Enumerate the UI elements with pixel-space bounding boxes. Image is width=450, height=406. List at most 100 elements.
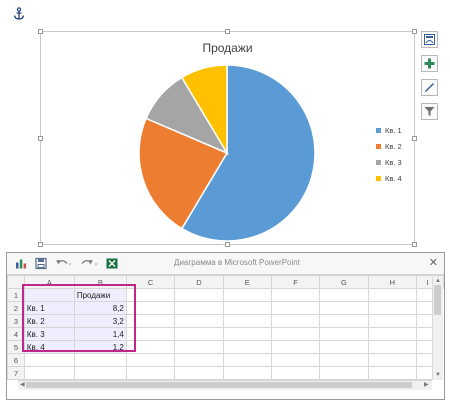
cell[interactable]: 1,2 — [73, 340, 127, 354]
row-header[interactable]: 2 — [7, 301, 25, 315]
cell[interactable] — [319, 301, 369, 315]
cell[interactable] — [367, 366, 418, 380]
chart-icon[interactable] — [15, 257, 27, 270]
vertical-scroll-thumb[interactable] — [434, 285, 441, 315]
scroll-up-icon[interactable]: ▲ — [435, 278, 441, 284]
cell[interactable] — [73, 366, 127, 380]
cell[interactable] — [319, 327, 369, 341]
excel-icon[interactable] — [106, 257, 118, 270]
cell[interactable]: 3,2 — [73, 314, 127, 328]
cell[interactable] — [270, 327, 321, 341]
chart-layout-button[interactable] — [421, 31, 438, 48]
cell[interactable]: 1,4 — [73, 327, 127, 341]
cell[interactable] — [270, 353, 321, 367]
cell[interactable]: Кв. 2 — [23, 314, 75, 328]
column-header[interactable]: A — [23, 275, 75, 289]
cell[interactable] — [319, 340, 369, 354]
chart-styles-button[interactable] — [421, 79, 438, 96]
legend-item[interactable]: Кв. 3 — [376, 154, 402, 170]
cell[interactable] — [23, 353, 75, 367]
scroll-down-icon[interactable]: ▼ — [435, 372, 441, 378]
chart-title[interactable]: Продажи — [41, 41, 414, 55]
resize-handle[interactable] — [412, 242, 417, 247]
redo-icon[interactable] — [81, 257, 99, 270]
resize-handle[interactable] — [412, 136, 417, 141]
chart-elements-button[interactable] — [421, 55, 438, 72]
cell[interactable] — [125, 301, 176, 315]
row-header[interactable]: 4 — [7, 327, 25, 341]
legend-item[interactable]: Кв. 2 — [376, 138, 402, 154]
cell[interactable] — [270, 288, 321, 302]
resize-handle[interactable] — [412, 29, 417, 34]
cell[interactable] — [222, 366, 272, 380]
resize-handle[interactable] — [38, 242, 43, 247]
cell[interactable] — [73, 353, 127, 367]
undo-icon[interactable] — [55, 257, 73, 270]
cell[interactable] — [23, 288, 75, 302]
cell[interactable] — [367, 353, 418, 367]
legend-item[interactable]: Кв. 4 — [376, 170, 402, 186]
cell[interactable] — [222, 340, 272, 354]
cell[interactable] — [222, 353, 272, 367]
pie-chart[interactable] — [137, 63, 317, 243]
cell[interactable] — [319, 353, 369, 367]
cell[interactable] — [222, 288, 272, 302]
cell[interactable] — [174, 301, 224, 315]
cell[interactable] — [125, 314, 176, 328]
chart-filters-button[interactable] — [421, 103, 438, 120]
cell[interactable] — [270, 340, 321, 354]
cell[interactable] — [367, 327, 418, 341]
column-header[interactable]: F — [270, 275, 321, 289]
cell[interactable]: Кв. 4 — [23, 340, 75, 354]
cell[interactable] — [125, 327, 176, 341]
cell[interactable] — [125, 353, 176, 367]
cell[interactable] — [174, 327, 224, 341]
column-header[interactable]: C — [125, 275, 176, 289]
cell[interactable] — [222, 301, 272, 315]
cell[interactable]: 8,2 — [73, 301, 127, 315]
spreadsheet-grid[interactable]: A B C D E F G H I 1 Продажи 2 Кв. 1 8,2 3 Кв. 2 3,2 4 Кв. … — [7, 275, 444, 380]
column-header[interactable]: E — [222, 275, 272, 289]
column-header[interactable]: G — [319, 275, 369, 289]
cell[interactable]: Кв. 3 — [23, 327, 75, 341]
cell[interactable] — [222, 314, 272, 328]
row-header[interactable]: 7 — [7, 366, 25, 380]
cell[interactable] — [319, 366, 369, 380]
cell[interactable] — [367, 340, 418, 354]
cell[interactable] — [270, 366, 321, 380]
cell[interactable] — [367, 314, 418, 328]
scroll-right-icon[interactable]: ▶ — [424, 381, 429, 388]
cell[interactable] — [174, 353, 224, 367]
cell[interactable]: Продажи — [73, 288, 127, 302]
column-header[interactable]: H — [367, 275, 418, 289]
resize-handle[interactable] — [38, 136, 43, 141]
cell[interactable] — [174, 366, 224, 380]
resize-handle[interactable] — [225, 29, 230, 34]
cell[interactable] — [174, 288, 224, 302]
close-button[interactable]: ✕ — [429, 256, 438, 269]
chart-data-window[interactable]: Диаграмма в Microsoft PowerPoint ✕ ABCDE… — [6, 252, 445, 400]
select-all-corner[interactable] — [7, 275, 25, 289]
horizontal-scroll-thumb[interactable] — [26, 382, 412, 388]
cell[interactable] — [174, 314, 224, 328]
chart-legend[interactable]: Кв. 1 Кв. 2 Кв. 3 Кв. 4 — [376, 122, 402, 186]
cell[interactable] — [319, 314, 369, 328]
row-header[interactable]: 6 — [7, 353, 25, 367]
row-header[interactable]: 3 — [7, 314, 25, 328]
cell[interactable] — [125, 340, 176, 354]
save-icon[interactable] — [35, 257, 47, 270]
chart-area[interactable]: Продажи Кв. 1 Кв. 2 Кв. 3 Кв. 4 — [38, 29, 417, 247]
cell[interactable] — [174, 340, 224, 354]
cell[interactable] — [270, 314, 321, 328]
column-header[interactable]: D — [174, 275, 224, 289]
cell[interactable] — [319, 288, 369, 302]
cell[interactable] — [125, 366, 176, 380]
scroll-left-icon[interactable]: ◀ — [20, 381, 25, 388]
legend-item[interactable]: Кв. 1 — [376, 122, 402, 138]
cell[interactable] — [270, 301, 321, 315]
cell[interactable] — [23, 366, 75, 380]
resize-handle[interactable] — [38, 29, 43, 34]
row-header[interactable]: 5 — [7, 340, 25, 354]
row-header[interactable]: 1 — [7, 288, 25, 302]
column-header[interactable]: B — [73, 275, 127, 289]
